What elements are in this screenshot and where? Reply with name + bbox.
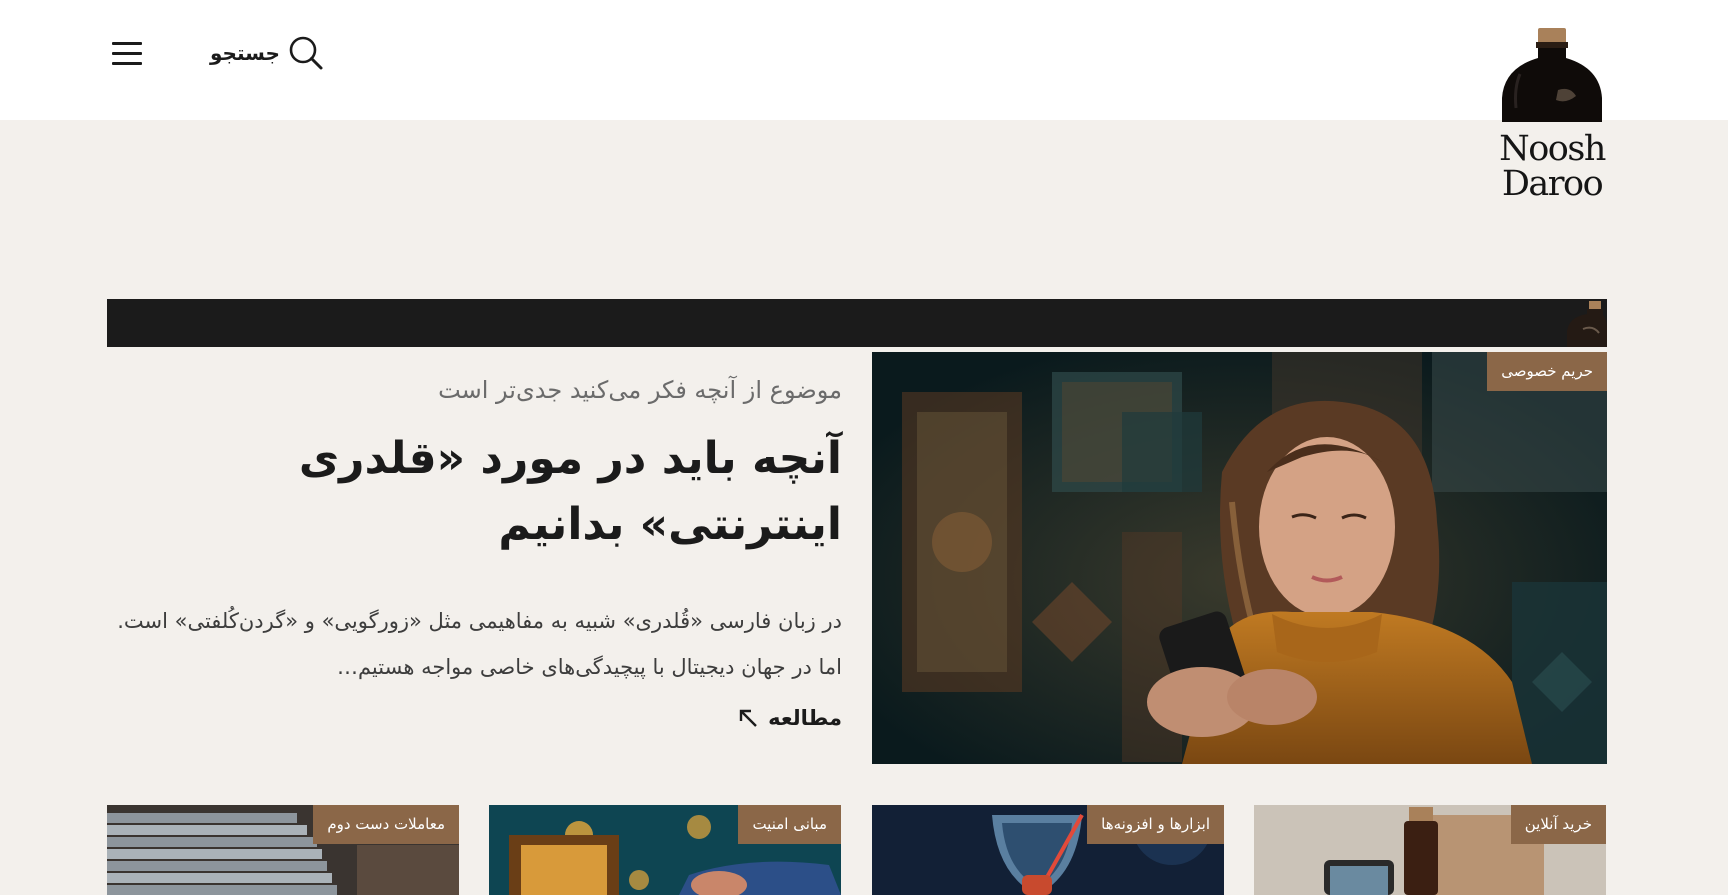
article-card[interactable]: خرید آنلاین bbox=[1254, 805, 1606, 895]
read-more-link[interactable]: مطالعه bbox=[110, 706, 842, 730]
article-card[interactable]: مبانی امنیت bbox=[489, 805, 841, 895]
featured-illustration bbox=[872, 352, 1607, 764]
arrow-up-left-icon bbox=[739, 709, 758, 727]
logo-line-1: Noosh bbox=[1499, 129, 1606, 169]
read-more-label: مطالعه bbox=[768, 706, 842, 730]
search-button[interactable]: جستجو bbox=[210, 33, 324, 73]
logo-wordmark: Noosh Daroo bbox=[1498, 132, 1606, 202]
logo-line-2: Daroo bbox=[1501, 164, 1604, 204]
dark-banner bbox=[107, 299, 1607, 347]
card-category-tag[interactable]: معاملات دست دوم bbox=[313, 805, 459, 844]
card-category-tag[interactable]: مبانی امنیت bbox=[738, 805, 841, 844]
site-header: جستجو bbox=[0, 0, 1728, 120]
site-logo[interactable]: Noosh Daroo bbox=[1498, 28, 1606, 204]
featured-article-text: موضوع از آنچه فکر می‌کنید جدی‌تر است آنچ… bbox=[110, 372, 842, 730]
hamburger-menu-icon[interactable] bbox=[110, 40, 144, 66]
featured-article-image[interactable]: حریم خصوصی bbox=[872, 352, 1607, 764]
search-label: جستجو bbox=[210, 41, 280, 65]
search-icon bbox=[289, 36, 323, 70]
bottle-logo-icon bbox=[1502, 28, 1602, 122]
card-category-tag[interactable]: خرید آنلاین bbox=[1510, 805, 1606, 844]
article-card[interactable]: ابزارها و افزونه‌ها bbox=[872, 805, 1224, 895]
category-tag[interactable]: حریم خصوصی bbox=[1487, 352, 1607, 391]
article-kicker: موضوع از آنچه فکر می‌کنید جدی‌تر است bbox=[438, 376, 842, 404]
bottle-thumbnail-icon bbox=[1567, 301, 1607, 347]
article-title[interactable]: آنچه باید در مورد «قلدری اینترنتی» بدانی… bbox=[110, 426, 842, 558]
article-card[interactable]: معاملات دست دوم bbox=[107, 805, 459, 895]
article-excerpt: در زبان فارسی «قُلدری» شبیه به مفاهیمی م… bbox=[117, 609, 842, 679]
card-category-tag[interactable]: ابزارها و افزونه‌ها bbox=[1087, 805, 1224, 844]
